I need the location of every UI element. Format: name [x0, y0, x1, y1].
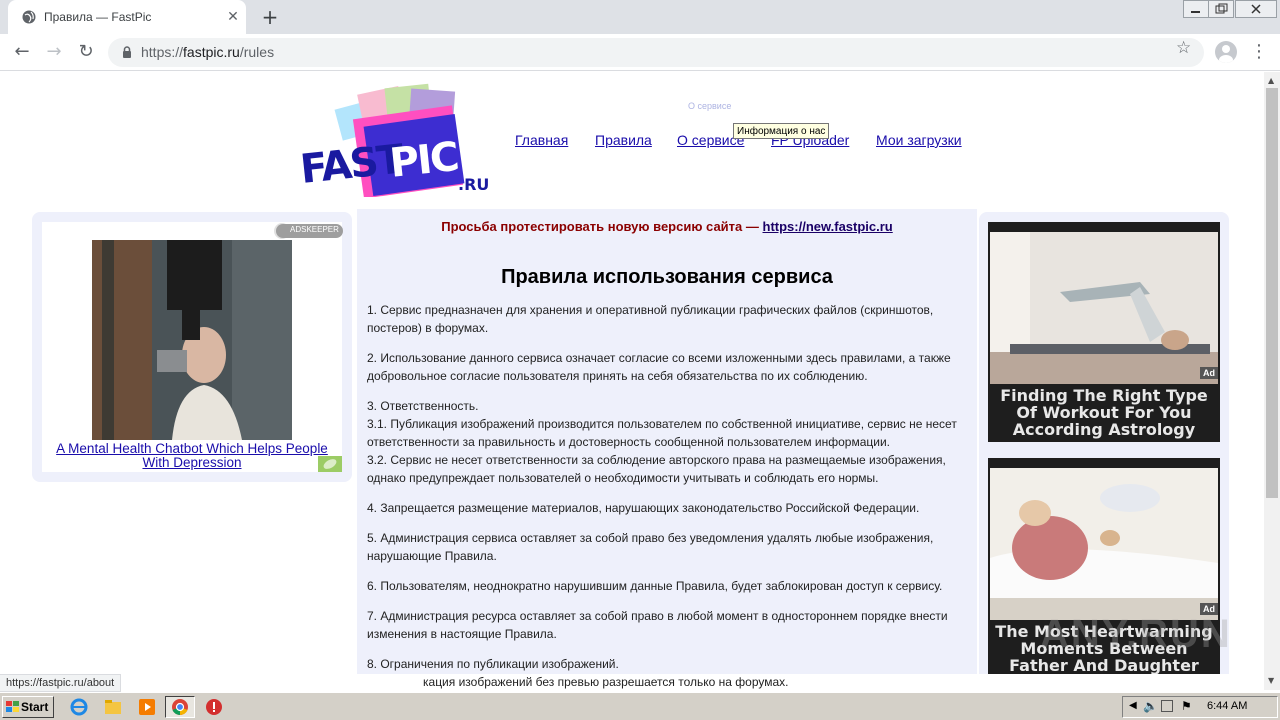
svg-text:PIC: PIC — [388, 134, 460, 187]
rule-paragraph: 2. Использование данного сервиса означае… — [367, 351, 951, 383]
page-scrollbar[interactable]: ▲ ▼ — [1264, 72, 1280, 690]
scroll-down-icon[interactable]: ▼ — [1268, 676, 1274, 685]
leaf-icon — [318, 456, 342, 472]
new-site-link[interactable]: https://new.fastpic.ru — [763, 219, 893, 234]
svg-text:.RU: .RU — [458, 175, 488, 194]
bookmark-star-icon[interactable]: ☆ — [1176, 38, 1196, 58]
left-ad-panel: ADSKEEPER A Mental Health Chatbot Which … — [32, 212, 352, 482]
volume-icon[interactable]: 🔈 — [1143, 699, 1158, 713]
nav-my-uploads-link[interactable]: Мои загрузки — [876, 132, 962, 148]
rule-paragraph: 1. Сервис предназначен для хранения и оп… — [367, 303, 934, 335]
window-minimize-button[interactable] — [1183, 0, 1209, 18]
illustration-image — [990, 468, 1218, 620]
fastpic-logo[interactable]: FAST PIC .RU — [298, 82, 488, 197]
rules-list: 1. Сервис предназначен для хранения и оп… — [367, 301, 967, 674]
scroll-up-icon[interactable]: ▲ — [1268, 76, 1274, 85]
right-ad-card[interactable]: Ad Finding The Right Type Of Workout For… — [988, 222, 1220, 442]
browser-tab[interactable]: Правила — FastPic ✕ — [8, 0, 246, 34]
network-icon[interactable] — [1161, 700, 1173, 712]
nav-rules-link[interactable]: Правила — [595, 132, 652, 148]
system-tray: ◀ 🔈 ⚑ — [1122, 696, 1278, 718]
ad-badge: Ad — [1200, 367, 1218, 379]
media-player-icon[interactable] — [138, 698, 156, 716]
windows-taskbar: Start ◀ 🔈 ⚑ 6:44 AM — [0, 692, 1280, 720]
left-ad-link[interactable]: A Mental Health Chatbot Which Helps Peop… — [50, 442, 334, 470]
right-ad-caption[interactable]: Finding The Right Type Of Workout For Yo… — [992, 387, 1216, 438]
lock-icon — [123, 46, 131, 58]
start-label: Start — [21, 700, 49, 714]
rules-content: Просьба протестировать новую версию сайт… — [357, 209, 977, 674]
tab-close-icon[interactable]: ✕ — [224, 8, 242, 26]
rule-paragraph: 5. Администрация сервиса оставляет за со… — [367, 531, 934, 563]
notice-text: Просьба протестировать новую версию сайт… — [441, 219, 763, 234]
back-arrow-icon[interactable]: ← — [10, 40, 34, 64]
right-ad-panel: Ad Finding The Right Type Of Workout For… — [979, 212, 1229, 674]
ie-icon[interactable] — [70, 698, 88, 716]
chrome-taskbar-button[interactable] — [165, 696, 195, 718]
web-page: FAST PIC .RU Главная Правила О сервисе F… — [0, 72, 1264, 674]
browser-titlebar: Правила — FastPic ✕ + — [0, 0, 1280, 34]
forward-arrow-icon[interactable]: → — [42, 40, 66, 64]
stop-sign-icon[interactable] — [205, 698, 223, 716]
rule-paragraph: 7. Администрация ресурса оставляет за со… — [367, 609, 948, 641]
clock: 6:44 AM — [1207, 700, 1248, 712]
url-text: https://fastpic.ru/rules — [141, 44, 275, 60]
minimize-icon — [1191, 11, 1200, 13]
rule-paragraph: 6. Пользователям, неоднократно нарушивши… — [367, 579, 943, 593]
yoga-photo-image — [990, 232, 1218, 384]
window-close-button[interactable] — [1235, 0, 1277, 18]
notice-banner: Просьба протестировать новую версию сайт… — [357, 219, 977, 234]
new-tab-button[interactable]: + — [258, 6, 282, 28]
rule-paragraph: 4. Запрещается размещение материалов, на… — [367, 501, 920, 515]
browser-toolbar: ← → ↻ https://fastpic.ru/rules ☆ ⋮ — [0, 34, 1280, 71]
tooltip: Информация о нас — [733, 123, 830, 139]
windows-flag-icon — [6, 701, 19, 712]
tray-arrow-icon[interactable]: ◀ — [1129, 700, 1137, 711]
close-icon — [1251, 4, 1261, 14]
status-bar-url: https://fastpic.ru/about — [0, 674, 122, 692]
reload-icon[interactable]: ↻ — [74, 40, 98, 64]
restore-icon — [1215, 3, 1228, 14]
folder-icon[interactable] — [104, 698, 122, 716]
left-ad-card[interactable]: ADSKEEPER A Mental Health Chatbot Which … — [42, 222, 343, 472]
chrome-icon — [172, 699, 188, 716]
anyrun-watermark: ANY.RUN — [1040, 612, 1232, 656]
page-title: Правила использования сервиса — [501, 266, 833, 288]
rule-paragraph: 8. Ограничения по публикации изображений… — [367, 657, 619, 671]
flag-icon[interactable]: ⚑ — [1181, 699, 1192, 713]
browser-menu-icon[interactable]: ⋮ — [1250, 40, 1268, 64]
start-button[interactable]: Start — [2, 696, 54, 718]
profile-avatar-icon[interactable] — [1215, 41, 1237, 63]
address-bar[interactable]: https://fastpic.ru/rules — [108, 38, 1204, 67]
window-restore-button[interactable] — [1208, 0, 1234, 18]
scrollbar-thumb[interactable] — [1266, 88, 1278, 498]
hover-ghost-text: О сервисе — [688, 101, 732, 111]
adskeeper-badge: ADSKEEPER — [276, 224, 343, 238]
globe-icon — [22, 10, 36, 24]
nav-home-link[interactable]: Главная — [515, 132, 568, 148]
rules-partial-line: кация изображений без превью разрешается… — [423, 675, 789, 689]
ad-photo-image[interactable] — [92, 240, 292, 440]
tab-title: Правила — FastPic — [44, 10, 152, 24]
rule-paragraph: 3. Ответственность. 3.1. Публикация изоб… — [367, 399, 957, 485]
